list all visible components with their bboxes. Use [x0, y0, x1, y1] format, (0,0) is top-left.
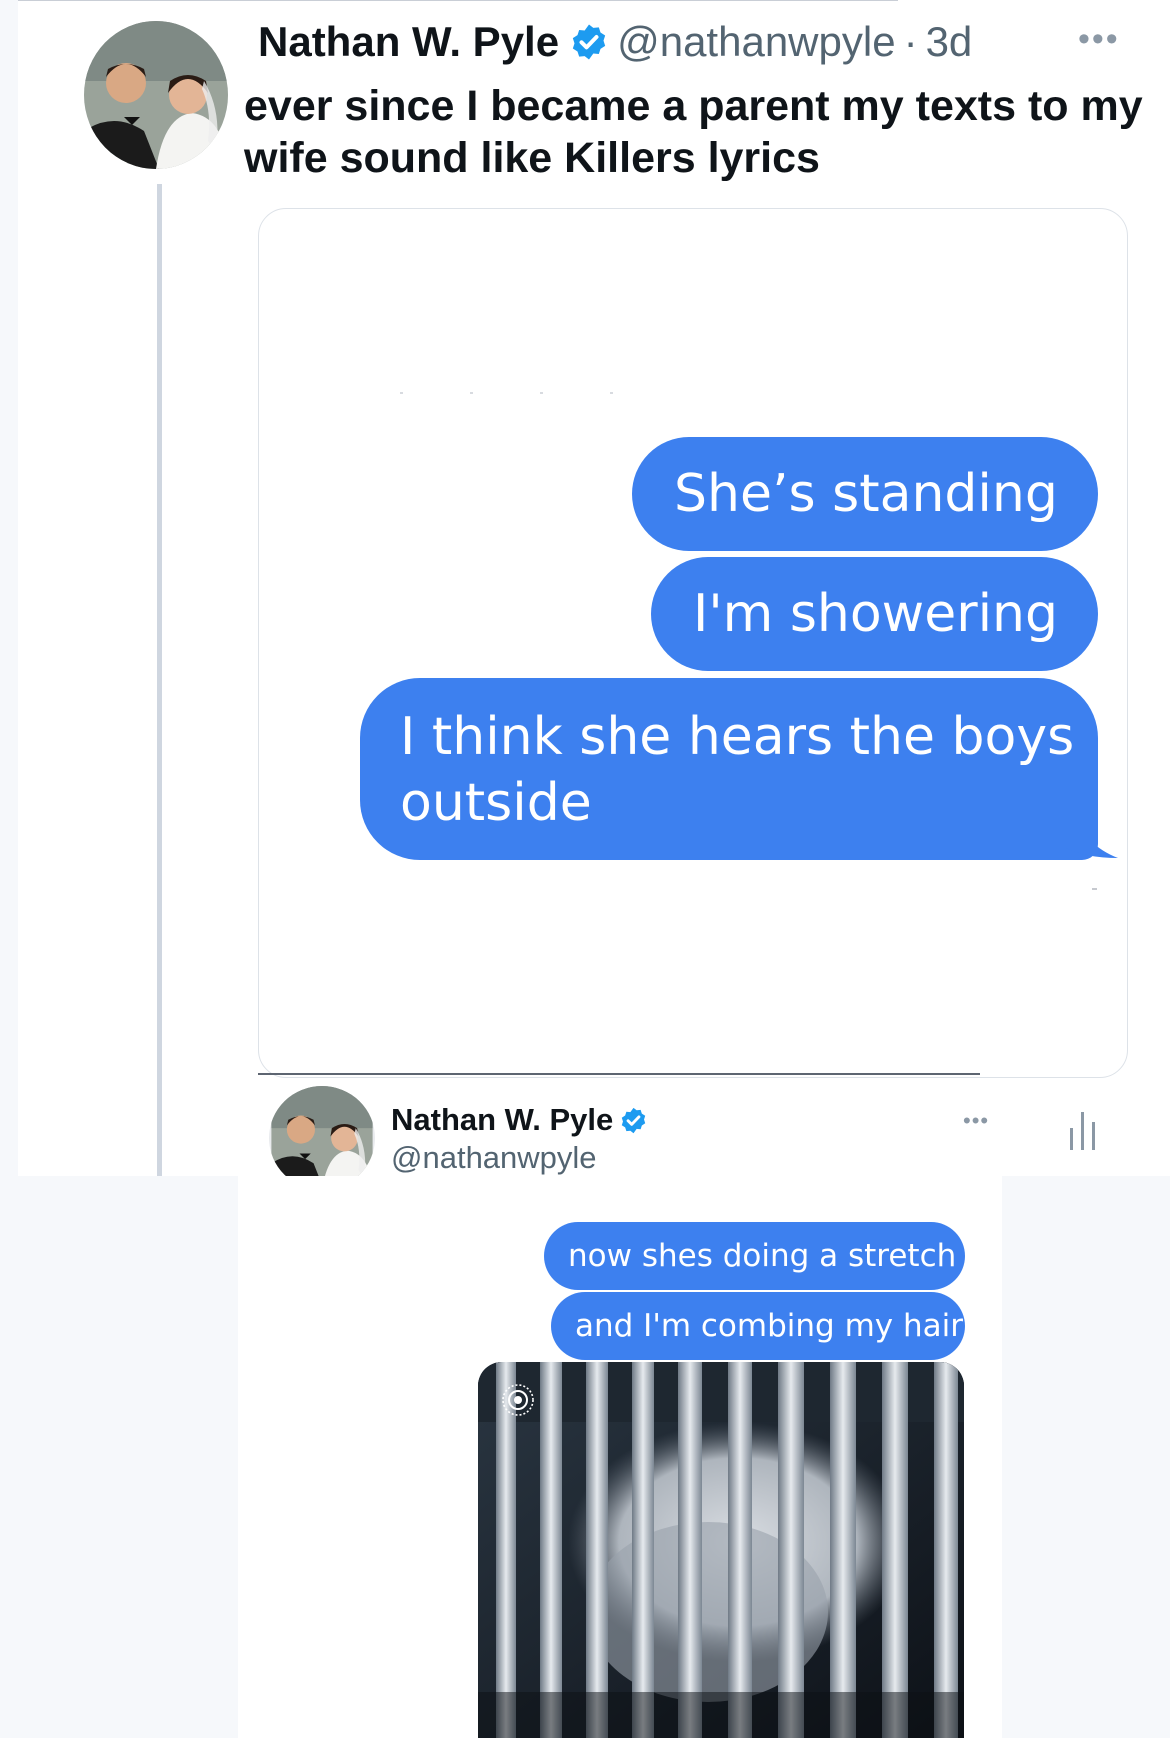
author-name[interactable]: Nathan W. Pyle	[258, 18, 559, 66]
divider	[258, 1073, 980, 1075]
live-photo-icon[interactable]	[500, 1382, 536, 1418]
faint-marks	[400, 392, 640, 394]
more-dots-icon[interactable]: •••	[963, 1108, 989, 1134]
message-bubble: I think she hears the boys outside	[360, 678, 1098, 860]
tweet-header: Nathan W. Pyle @nathanwpyle · 3d	[258, 14, 972, 70]
thread-line	[157, 184, 162, 1176]
message-bubble: I'm showering	[651, 557, 1098, 671]
quoted-avatar[interactable]	[269, 1086, 375, 1190]
bubble-tail	[1066, 808, 1118, 858]
avatar-photo	[84, 21, 228, 169]
verified-badge-icon	[569, 22, 609, 62]
author-handle[interactable]: @nathanwpyle	[617, 18, 895, 66]
separator: ·	[903, 18, 918, 65]
timestamp[interactable]: 3d	[926, 18, 973, 66]
quoted-author: Nathan W. Pyle	[391, 1100, 648, 1140]
more-dots-icon[interactable]: •••	[1078, 20, 1120, 59]
baby-monitor-photo[interactable]	[478, 1362, 964, 1738]
divider	[18, 0, 898, 1]
quoted-handle[interactable]: @nathanwpyle	[391, 1140, 597, 1176]
verified-badge-icon	[619, 1106, 648, 1135]
quoted-author-name[interactable]: Nathan W. Pyle	[391, 1102, 613, 1138]
message-bubble: and I'm combing my hair	[551, 1292, 965, 1360]
message-bubble: She’s standing	[632, 437, 1098, 551]
avatar[interactable]	[84, 21, 228, 169]
message-bubble: now shes doing a stretch	[544, 1222, 965, 1290]
faint-marks	[1092, 888, 1097, 890]
avatar-photo	[271, 1086, 373, 1190]
audio-bars-icon[interactable]	[1068, 1110, 1098, 1152]
tweet-text: ever since I became a parent my texts to…	[244, 82, 1143, 182]
